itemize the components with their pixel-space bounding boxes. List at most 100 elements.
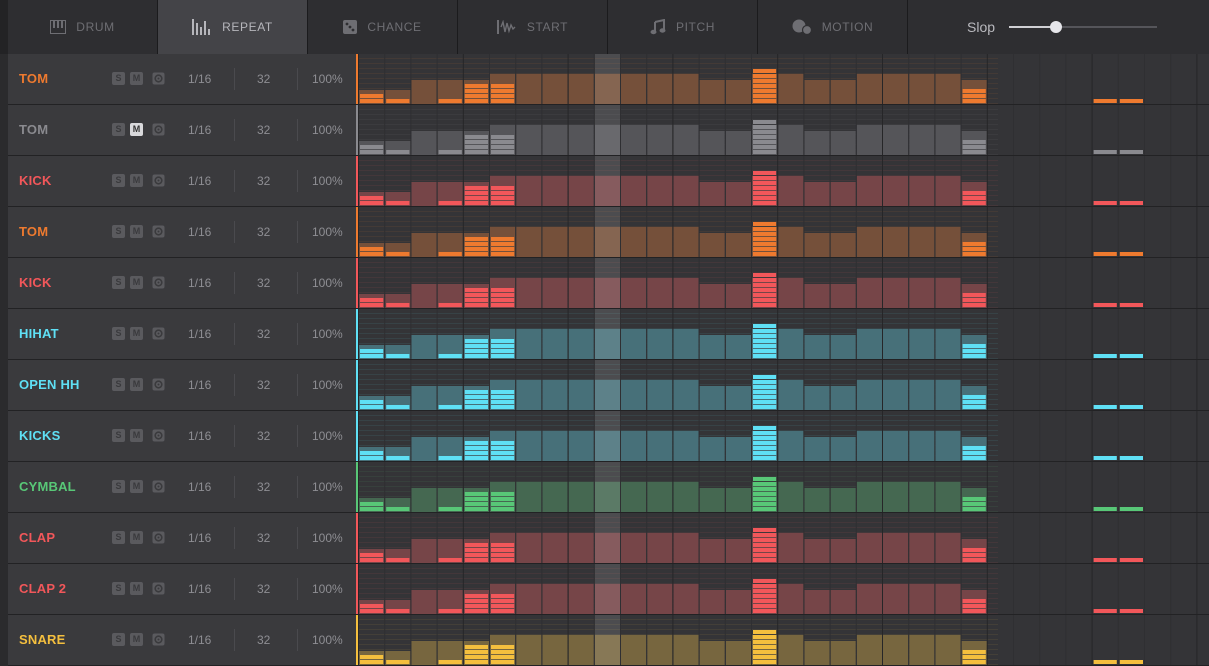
step-grid[interactable]: [358, 411, 1209, 461]
rate-value[interactable]: 1/16: [188, 615, 211, 665]
length-value[interactable]: 32: [257, 513, 270, 563]
step-grid[interactable]: [358, 54, 1209, 104]
track-name[interactable]: TOM: [19, 105, 48, 155]
solo-button[interactable]: S: [112, 633, 125, 646]
mute-button[interactable]: M: [130, 480, 143, 493]
step-grid[interactable]: [358, 615, 1209, 665]
step-grid[interactable]: [358, 513, 1209, 563]
tab-start[interactable]: START: [458, 0, 608, 54]
step-grid-canvas[interactable]: [358, 54, 1209, 104]
track-settings-icon[interactable]: [152, 480, 165, 493]
solo-button[interactable]: S: [112, 123, 125, 136]
step-grid-canvas[interactable]: [358, 411, 1209, 461]
solo-button[interactable]: S: [112, 582, 125, 595]
track-settings-icon[interactable]: [152, 378, 165, 391]
solo-button[interactable]: S: [112, 327, 125, 340]
slop-slider[interactable]: [1009, 21, 1158, 33]
solo-button[interactable]: S: [112, 429, 125, 442]
chance-value[interactable]: 100%: [312, 513, 343, 563]
rate-value[interactable]: 1/16: [188, 309, 211, 359]
track-name[interactable]: CLAP: [19, 513, 55, 563]
track-name[interactable]: OPEN HH: [19, 360, 80, 410]
tab-motion[interactable]: MOTION: [758, 0, 908, 54]
rate-value[interactable]: 1/16: [188, 258, 211, 308]
step-grid-canvas[interactable]: [358, 309, 1209, 359]
mute-button[interactable]: M: [130, 225, 143, 238]
solo-button[interactable]: S: [112, 225, 125, 238]
length-value[interactable]: 32: [257, 54, 270, 104]
step-grid-canvas[interactable]: [358, 513, 1209, 563]
slop-slider-knob[interactable]: [1050, 21, 1063, 33]
solo-button[interactable]: S: [112, 276, 125, 289]
mute-button[interactable]: M: [130, 72, 143, 85]
step-grid[interactable]: [358, 156, 1209, 206]
solo-button[interactable]: S: [112, 72, 125, 85]
tab-pitch[interactable]: PITCH: [608, 0, 758, 54]
rate-value[interactable]: 1/16: [188, 411, 211, 461]
rate-value[interactable]: 1/16: [188, 564, 211, 614]
length-value[interactable]: 32: [257, 462, 270, 512]
tab-drum[interactable]: DRUM: [8, 0, 158, 54]
track-name[interactable]: KICK: [19, 258, 52, 308]
chance-value[interactable]: 100%: [312, 309, 343, 359]
chance-value[interactable]: 100%: [312, 411, 343, 461]
tab-chance[interactable]: CHANCE: [308, 0, 458, 54]
mute-button[interactable]: M: [130, 174, 143, 187]
solo-button[interactable]: S: [112, 531, 125, 544]
length-value[interactable]: 32: [257, 411, 270, 461]
step-grid-canvas[interactable]: [358, 258, 1209, 308]
rate-value[interactable]: 1/16: [188, 156, 211, 206]
track-settings-icon[interactable]: [152, 327, 165, 340]
track-name[interactable]: HIHAT: [19, 309, 59, 359]
step-grid[interactable]: [358, 462, 1209, 512]
step-grid[interactable]: [358, 309, 1209, 359]
track-settings-icon[interactable]: [152, 72, 165, 85]
rate-value[interactable]: 1/16: [188, 513, 211, 563]
step-grid-canvas[interactable]: [358, 360, 1209, 410]
mute-button[interactable]: M: [130, 633, 143, 646]
length-value[interactable]: 32: [257, 156, 270, 206]
track-settings-icon[interactable]: [152, 225, 165, 238]
length-value[interactable]: 32: [257, 564, 270, 614]
step-grid-canvas[interactable]: [358, 564, 1209, 614]
length-value[interactable]: 32: [257, 360, 270, 410]
track-settings-icon[interactable]: [152, 429, 165, 442]
chance-value[interactable]: 100%: [312, 615, 343, 665]
track-name[interactable]: CYMBAL: [19, 462, 76, 512]
chance-value[interactable]: 100%: [312, 105, 343, 155]
solo-button[interactable]: S: [112, 480, 125, 493]
track-name[interactable]: KICKS: [19, 411, 60, 461]
mute-button[interactable]: M: [130, 123, 143, 136]
step-grid-canvas[interactable]: [358, 462, 1209, 512]
step-grid-canvas[interactable]: [358, 156, 1209, 206]
track-name[interactable]: TOM: [19, 54, 48, 104]
length-value[interactable]: 32: [257, 207, 270, 257]
mute-button[interactable]: M: [130, 378, 143, 391]
track-settings-icon[interactable]: [152, 174, 165, 187]
solo-button[interactable]: S: [112, 174, 125, 187]
track-name[interactable]: KICK: [19, 156, 52, 206]
rate-value[interactable]: 1/16: [188, 54, 211, 104]
chance-value[interactable]: 100%: [312, 258, 343, 308]
step-grid-canvas[interactable]: [358, 615, 1209, 665]
length-value[interactable]: 32: [257, 615, 270, 665]
step-grid[interactable]: [358, 105, 1209, 155]
track-settings-icon[interactable]: [152, 582, 165, 595]
step-grid[interactable]: [358, 564, 1209, 614]
chance-value[interactable]: 100%: [312, 54, 343, 104]
track-settings-icon[interactable]: [152, 123, 165, 136]
track-name[interactable]: CLAP 2: [19, 564, 66, 614]
step-grid[interactable]: [358, 258, 1209, 308]
chance-value[interactable]: 100%: [312, 462, 343, 512]
mute-button[interactable]: M: [130, 429, 143, 442]
length-value[interactable]: 32: [257, 309, 270, 359]
chance-value[interactable]: 100%: [312, 360, 343, 410]
track-settings-icon[interactable]: [152, 276, 165, 289]
mute-button[interactable]: M: [130, 582, 143, 595]
track-settings-icon[interactable]: [152, 531, 165, 544]
tab-repeat[interactable]: REPEAT: [158, 0, 308, 54]
track-name[interactable]: TOM: [19, 207, 48, 257]
solo-button[interactable]: S: [112, 378, 125, 391]
step-grid[interactable]: [358, 360, 1209, 410]
rate-value[interactable]: 1/16: [188, 360, 211, 410]
